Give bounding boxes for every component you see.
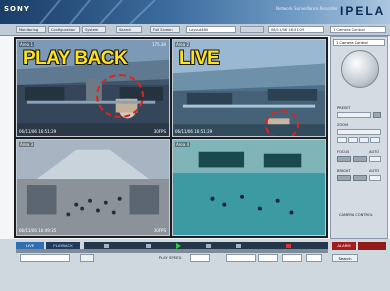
full-screen-button[interactable]: Full Screen xyxy=(150,26,180,33)
search-range-field[interactable] xyxy=(306,254,322,262)
highlight-ring-live xyxy=(265,110,299,136)
bright-minus-button[interactable] xyxy=(337,175,351,181)
monitoring-tab[interactable]: Monitoring xyxy=(16,26,46,33)
monitor-grid: Area 1 175.30 PLAY BACK 06/11/06 16:51:2… xyxy=(14,37,328,238)
alarm-button[interactable]: ALARM xyxy=(332,242,356,250)
focus-near-button[interactable] xyxy=(337,156,351,162)
frame-back-button[interactable] xyxy=(80,254,94,262)
camera-1-fps: 30FPS xyxy=(153,129,166,134)
timeline-bar[interactable] xyxy=(16,249,328,253)
camera-1-timestamp: 06/11/06 16:51:29 xyxy=(19,129,57,134)
alarm-indicator xyxy=(358,242,386,250)
panel-camera-select[interactable]: 1 Camera Control xyxy=(333,39,385,46)
fast-forward-icon[interactable] xyxy=(236,244,241,248)
play-speed-select[interactable] xyxy=(20,254,70,262)
date-field[interactable]: 06/11/06 16:51:29 xyxy=(268,26,324,33)
zoom-tele-button[interactable] xyxy=(370,137,380,143)
brand-logo: SONY xyxy=(4,5,30,13)
record-icon[interactable] xyxy=(286,244,291,248)
search-tab[interactable]: Search xyxy=(116,26,142,33)
camera-control-select[interactable]: 1 Camera Control xyxy=(330,26,386,33)
bright-auto-label: AUTO xyxy=(369,169,380,173)
camera-1-area-label: Area 1 xyxy=(19,42,35,47)
camera-view-1[interactable]: Area 1 175.30 PLAY BACK 06/11/06 16:51:2… xyxy=(16,39,170,137)
app-header: SONY Network Surveillance Recorder IPELA xyxy=(0,0,390,24)
search-from-field[interactable] xyxy=(226,254,256,262)
camera-2-timestamp: 06/11/06 16:51:29 xyxy=(175,129,213,134)
zoom-step-button-1[interactable] xyxy=(348,137,358,143)
configuration-tab[interactable]: Configuration xyxy=(48,26,80,33)
camera-view-3[interactable]: Area 3 06/11/06 16:49:35 30FPS xyxy=(16,139,170,236)
camera-3-area-label: Area 3 xyxy=(19,142,35,147)
rewind-icon[interactable] xyxy=(104,244,109,248)
live-overlay-label: LIVE xyxy=(179,48,220,69)
camera-view-2[interactable]: Area 2 LIVE 06/11/06 16:51:29 xyxy=(172,39,326,137)
focus-auto-label: AUTO xyxy=(369,150,380,154)
search-time-field[interactable] xyxy=(282,254,302,262)
camera-4-scene xyxy=(173,140,325,235)
preset-select[interactable] xyxy=(337,112,371,118)
recorder-window: SONY Network Surveillance Recorder IPELA… xyxy=(0,0,390,291)
zoom-wide-button[interactable] xyxy=(337,137,347,143)
search-date-field[interactable] xyxy=(258,254,278,262)
layout-select[interactable]: Layout4B0 xyxy=(186,26,236,33)
preset-label: PRESET xyxy=(337,106,351,110)
camera-3-scene xyxy=(17,140,169,235)
system-name: Network Surveillance Recorder xyxy=(276,6,338,11)
camera-control-label: CAMERA CONTROL xyxy=(339,213,373,217)
preset-go-button[interactable] xyxy=(373,112,381,118)
pan-tilt-joystick[interactable] xyxy=(341,50,379,88)
system-tab[interactable]: System xyxy=(82,26,106,33)
playback-overlay-label: PLAY BACK xyxy=(23,48,128,69)
focus-label: FOCUS xyxy=(337,150,350,154)
highlight-ring-playback xyxy=(96,74,144,118)
bright-plus-button[interactable] xyxy=(353,175,367,181)
camera-3-timestamp: 06/11/06 16:49:35 xyxy=(19,228,57,233)
focus-far-button[interactable] xyxy=(353,156,367,162)
zoom-label: ZOOM xyxy=(337,123,349,127)
camera-control-panel: 1 Camera Control PRESET ZOOM FOCUS AUTO … xyxy=(330,36,388,239)
play-speed-label: PLAY SPEED xyxy=(158,255,182,260)
bright-auto-button[interactable] xyxy=(369,175,381,181)
camera-view-4[interactable]: Area 4 xyxy=(172,139,326,236)
playback-controls: LIVE PLAYBACK ALARM PLAY SPEED Search xyxy=(0,239,390,291)
zoom-slider[interactable] xyxy=(337,129,381,135)
camera-4-area-label: Area 4 xyxy=(175,142,191,147)
bright-label: BRIGHT xyxy=(337,169,351,173)
focus-auto-button[interactable] xyxy=(369,156,381,162)
zoom-step-button-2[interactable] xyxy=(359,137,369,143)
camera-2-area-label: Area 2 xyxy=(175,42,191,47)
camera-3-fps: 30FPS xyxy=(153,228,166,233)
toolbar-disabled-button xyxy=(240,26,264,33)
camera-1-timecode: 175.30 xyxy=(152,42,166,47)
search-button[interactable]: Search xyxy=(332,254,358,262)
play-speed-select-2[interactable] xyxy=(190,254,210,262)
header-pattern xyxy=(39,0,156,24)
product-logo: IPELA xyxy=(340,4,386,18)
step-forward-icon[interactable] xyxy=(206,244,211,248)
step-back-icon[interactable] xyxy=(146,244,151,248)
main-toolbar: Monitoring Configuration System Search F… xyxy=(0,24,390,36)
